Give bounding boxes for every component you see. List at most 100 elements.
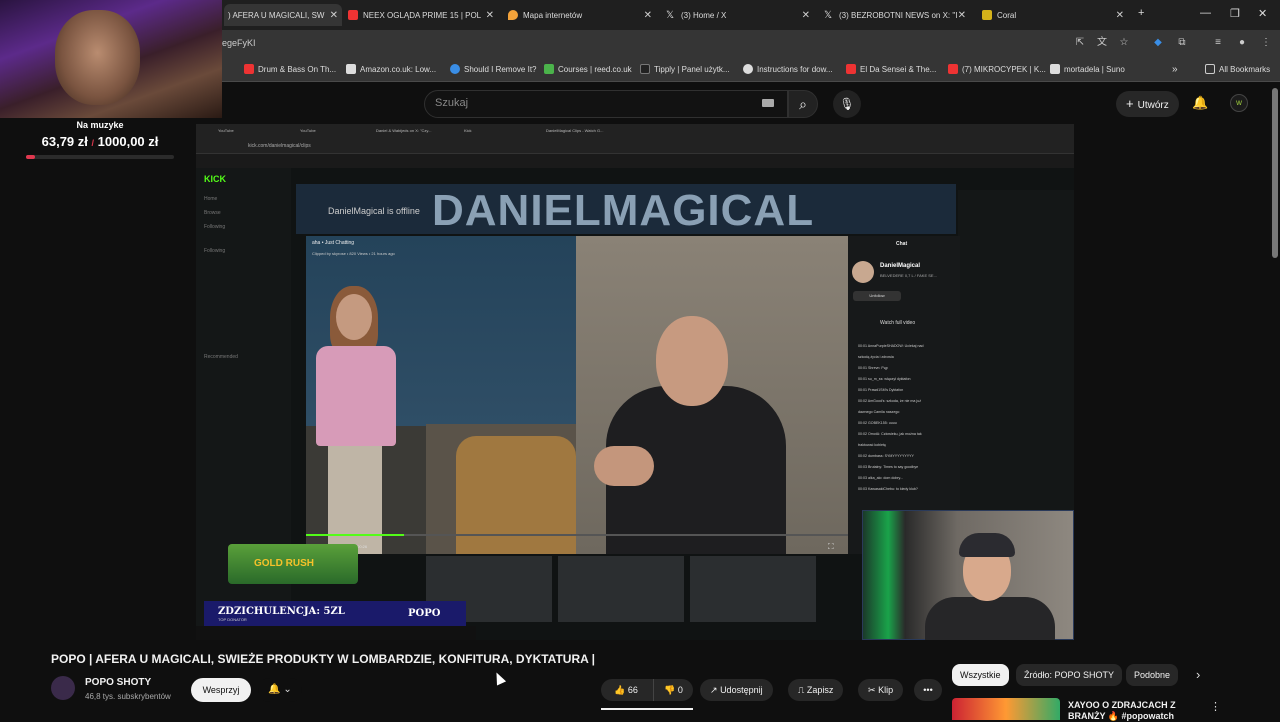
search-button[interactable]: ⌕ — [788, 90, 818, 118]
kick-section-recommended: Recommended — [204, 354, 238, 360]
globe-favicon-icon — [743, 64, 753, 74]
chip-all[interactable]: Wszystkie — [952, 664, 1009, 686]
translate-icon[interactable]: 文 — [1096, 37, 1108, 49]
chat-message: 00:02 AmGood's: szkoda, że nie ma już — [858, 399, 922, 403]
menu-kebab-icon[interactable]: ⋮ — [1260, 37, 1272, 49]
coral-favicon-icon — [982, 10, 992, 20]
dislike-button[interactable]: 👎 0 — [653, 679, 693, 701]
close-icon[interactable]: ✕ — [486, 10, 494, 21]
headset — [959, 533, 1015, 557]
save-button[interactable]: ⎍ Zapisz — [788, 679, 844, 701]
bookmark-reed[interactable]: Courses | reed.co.uk — [544, 64, 632, 74]
bookmark-el-da-sensei[interactable]: El Da Sensei & The... — [846, 64, 936, 74]
chat-message: dawnego Camila naszego — [858, 410, 900, 414]
bookmark-tipply[interactable]: Tipply | Panel użytk... — [640, 64, 730, 74]
close-icon[interactable]: ✕ — [330, 10, 338, 21]
media-control-icon[interactable]: ≡ — [1212, 37, 1224, 49]
chevron-down-icon: ⌄ — [283, 684, 292, 695]
url-text[interactable]: egeFyKI — [222, 38, 256, 48]
fullscreen-icon[interactable]: ⛶ — [828, 542, 834, 552]
donation-alert-name: POPO — [408, 608, 441, 619]
unfollow-button[interactable]: Unfollow — [853, 291, 901, 301]
bookmark-label: All Bookmarks — [1219, 64, 1271, 74]
embedded-browser-chrome — [196, 124, 1074, 154]
bookmark-suno[interactable]: mortadela | Suno — [1050, 64, 1125, 74]
browser-tab-coral[interactable]: Coral ✕ — [982, 4, 1128, 26]
more-actions-button[interactable]: ••• — [914, 679, 942, 701]
clip-button[interactable]: ✂ Klip — [858, 679, 904, 701]
more-vertical-icon[interactable]: ⋮ — [1210, 700, 1221, 713]
person-girl — [306, 286, 396, 554]
chip-related[interactable]: Podobne — [1126, 664, 1179, 686]
globe-favicon-icon — [450, 64, 460, 74]
close-icon[interactable]: ✕ — [1116, 10, 1124, 21]
page-scrollbar[interactable] — [1272, 88, 1278, 258]
notifications-bell-icon[interactable]: 🔔 — [1192, 95, 1208, 111]
window-close-icon[interactable]: ✕ — [1258, 7, 1267, 20]
install-app-icon[interactable]: ⇱ — [1074, 37, 1086, 49]
browser-tab-x-home[interactable]: 𝕏 (3) Home / X ✕ — [666, 4, 814, 26]
extensions-puzzle-icon[interactable]: ⧉ — [1176, 37, 1188, 49]
extension-icon[interactable]: ◆ — [1152, 37, 1164, 49]
share-button[interactable]: ↗ Udostępnij — [700, 679, 773, 701]
keyboard-icon[interactable] — [762, 99, 774, 107]
offline-status: DanielMagical is offline — [328, 206, 420, 216]
bookmark-drum-bass[interactable]: Drum & Bass On Th... — [244, 64, 336, 74]
bell-icon: 🔔 — [268, 684, 281, 695]
close-icon[interactable]: ✕ — [644, 10, 652, 21]
support-button[interactable]: Wesprzyj — [191, 678, 251, 702]
streamer-avatar — [852, 261, 874, 283]
bookmark-mikrocypek[interactable]: (7) MIKROCYPEK | K... — [948, 64, 1046, 74]
bookmark-instructions[interactable]: Instructions for dow... — [743, 64, 833, 74]
bookmark-amazon[interactable]: Amazon.co.uk: Low... — [346, 64, 436, 74]
dislike-count: 0 — [677, 685, 683, 695]
close-icon[interactable]: ✕ — [802, 10, 810, 21]
more-horizontal-icon: ••• — [923, 685, 933, 695]
profile-icon[interactable]: ● — [1236, 37, 1248, 49]
like-count: 66 — [627, 685, 638, 695]
chevron-right-icon[interactable]: » — [1172, 64, 1178, 75]
bookmark-should-i-remove[interactable]: Should I Remove It? — [450, 64, 536, 74]
donation-alert-text: ZDZICHULENCJA: 5ZL — [218, 606, 345, 617]
minimize-icon[interactable]: — — [1200, 7, 1211, 19]
all-bookmarks[interactable]: All Bookmarks — [1205, 64, 1270, 74]
chat-message: 00:02 OmotA: Człowieku, jak można tak — [858, 432, 922, 436]
voice-search-button[interactable]: 🎙 — [833, 90, 861, 118]
clip-progress-bar[interactable] — [306, 534, 848, 536]
video-player[interactable]: YouTube YouTube Daniel & Wabijeds on X: … — [196, 124, 1074, 640]
close-icon[interactable]: ✕ — [958, 10, 966, 21]
bookmark-star-icon[interactable]: ☆ — [1118, 37, 1130, 49]
bookmark-label: Instructions for dow... — [757, 64, 833, 74]
account-avatar[interactable]: w — [1230, 94, 1248, 112]
channel-avatar[interactable] — [51, 676, 75, 700]
browser-tab-neex[interactable]: NEEX OGLĄDA PRIME 15 | POL ✕ — [348, 4, 498, 26]
browser-tab-bezrobotni[interactable]: 𝕏 (3) BEZROBOTNI NEWS on X: "I ✕ — [824, 4, 970, 26]
browser-tab-mapa[interactable]: Mapa internetów ✕ — [508, 4, 656, 26]
watch-full-video-link[interactable]: Watch full video — [880, 320, 915, 326]
chair — [456, 436, 576, 554]
recommended-thumbnail[interactable] — [952, 698, 1060, 720]
like-button[interactable]: 👍 66 — [601, 679, 651, 701]
maximize-icon[interactable]: ❐ — [1230, 7, 1240, 20]
x-logo-icon: 𝕏 — [824, 10, 833, 21]
clip-category: aha • Just Chatting — [312, 240, 355, 246]
clip-thumbnail[interactable] — [558, 556, 684, 622]
channel-name[interactable]: POPO SHOTY — [85, 677, 151, 688]
recommended-title[interactable]: XAYOO O ZDRAJCACH Z BRANŻY 🔥 #popowatch — [1068, 700, 1208, 722]
like-dislike-group: 👍 66 👎 0 — [601, 679, 693, 701]
donation-goal: 1000,00 zł — [97, 134, 159, 149]
reed-favicon-icon — [544, 64, 554, 74]
bookmark-label: El Da Sensei & The... — [860, 64, 937, 74]
gold-rush-text: GOLD RUSH — [254, 558, 314, 569]
clip-thumbnail[interactable] — [690, 556, 816, 622]
create-button[interactable]: + Utwórz — [1116, 91, 1179, 117]
browser-tab-active[interactable]: ) AFERA U MAGICALI, SW ✕ — [224, 4, 342, 26]
chat-message: 00:02 GOBEK155: uuuu — [858, 421, 897, 425]
embedded-taskbar — [196, 626, 476, 640]
clip-meta: Clipped by skyrose • 820 Views • 21 hour… — [312, 251, 395, 256]
chevron-right-icon[interactable]: › — [1196, 667, 1200, 682]
search-input[interactable] — [424, 90, 788, 118]
chip-source[interactable]: Źródło: POPO SHOTY — [1016, 664, 1123, 686]
new-tab-icon[interactable]: + — [1138, 7, 1144, 19]
notification-settings-button[interactable]: 🔔 ⌄ — [258, 678, 302, 702]
